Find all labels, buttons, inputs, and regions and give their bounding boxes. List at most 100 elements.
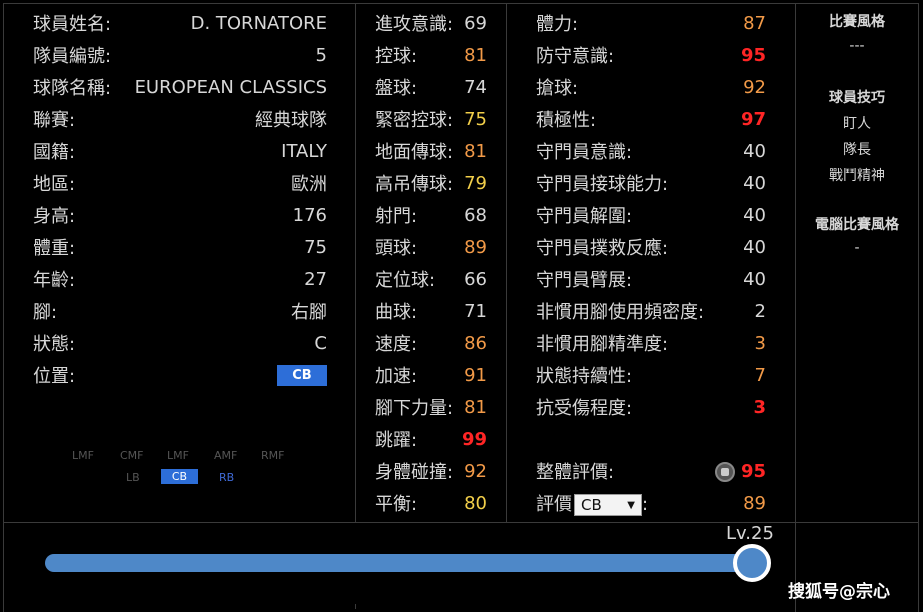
- profile-label: 位置:: [33, 366, 76, 387]
- stat-value: 99: [461, 428, 487, 450]
- profile-label: 隊員編號:: [33, 46, 112, 67]
- rating-label-wrap: 評價 CB ▼:: [536, 490, 648, 516]
- stat-value: 66: [464, 268, 487, 290]
- profile-row: 位置: CB: [33, 360, 327, 390]
- stat-row: 積極性: 97: [536, 104, 766, 134]
- sidebar: 比賽風格 --- 球員技巧 盯人 隊長 戰鬥精神 電腦比賽風格 -: [796, 3, 918, 523]
- stat-label: 守門員解圍:: [536, 206, 633, 227]
- stat-value: 7: [754, 364, 766, 386]
- position-select-value: CB: [581, 496, 602, 514]
- stat-row: 狀態持續性: 7: [536, 360, 766, 390]
- stat-row: 搶球: 92: [536, 72, 766, 102]
- profile-row: 年齡: 27: [33, 264, 327, 294]
- profile-row: 隊員編號: 5: [33, 40, 327, 70]
- stat-label: 守門員意識:: [536, 142, 633, 163]
- overall-row: 整體評價: 95: [536, 456, 766, 486]
- stat-row: 抗受傷程度: 3: [536, 392, 766, 422]
- profile-row: 球員姓名: D. TORNATORE: [33, 8, 327, 38]
- chevron-down-icon: ▼: [627, 499, 635, 511]
- profile-label: 腳:: [33, 302, 58, 323]
- profile-value: D. TORNATORE: [190, 12, 327, 34]
- stat-value: 80: [464, 492, 487, 514]
- skills-title: 球員技巧: [829, 90, 885, 106]
- stat-value: 95: [740, 44, 766, 66]
- profile-value: EUROPEAN CLASSICS: [134, 76, 327, 98]
- stat-value: 81: [464, 44, 487, 66]
- stat-label: 緊密控球:: [375, 110, 454, 131]
- stat-value: 97: [740, 108, 766, 130]
- stat-row: 平衡: 80: [375, 488, 487, 518]
- mini-pos: LMF: [167, 449, 189, 462]
- stat-label: 守門員撲救反應:: [536, 238, 669, 259]
- mini-pos: CMF: [120, 449, 144, 462]
- stat-label: 身體碰撞:: [375, 462, 454, 483]
- profile-value: 176: [292, 204, 327, 226]
- rating-value: 89: [743, 492, 766, 514]
- stat-value: 74: [464, 76, 487, 98]
- profile-row: 地區: 歐洲: [33, 168, 327, 198]
- level-slider-handle[interactable]: [733, 544, 771, 582]
- mini-pos: AMF: [214, 449, 238, 462]
- stat-value: 3: [753, 396, 766, 418]
- level-slider-track[interactable]: [45, 554, 757, 572]
- profile-value: 經典球隊: [255, 110, 327, 131]
- profile-label: 國籍:: [33, 142, 76, 163]
- stat-row: 頭球: 89: [375, 232, 487, 262]
- overall-value-wrap: 95: [714, 461, 766, 482]
- rating-suffix: :: [642, 494, 649, 515]
- stat-label: 狀態持續性:: [536, 366, 633, 387]
- profile-label: 年齡:: [33, 270, 76, 291]
- stat-label: 守門員接球能力:: [536, 174, 669, 195]
- stat-value: 40: [743, 204, 766, 226]
- mini-pos-rb: RB: [219, 471, 235, 484]
- profile-value: 5: [315, 44, 327, 66]
- stat-row: 射門: 68: [375, 200, 487, 230]
- stat-label: 積極性:: [536, 110, 597, 131]
- stat-value: 89: [464, 236, 487, 258]
- stat-row: 速度: 86: [375, 328, 487, 358]
- stat-row: 盤球: 74: [375, 72, 487, 102]
- stat-value: 68: [464, 204, 487, 226]
- level-label: Lv.25: [726, 523, 774, 544]
- stat-label: 進攻意識:: [375, 14, 454, 35]
- stat-label: 搶球:: [536, 78, 579, 99]
- stat-row: 守門員意識: 40: [536, 136, 766, 166]
- position-badge: CB: [277, 364, 327, 386]
- stat-label: 射門:: [375, 206, 418, 227]
- stat-label: 非慣用腳精準度:: [536, 334, 669, 355]
- style-title: 比賽風格: [829, 14, 885, 30]
- stat-value: 75: [464, 108, 487, 130]
- stat-value: 40: [743, 140, 766, 162]
- stat-label: 高吊傳球:: [375, 174, 454, 195]
- profile-value: 右腳: [291, 302, 327, 323]
- profile-value: 歐洲: [291, 174, 327, 195]
- stat-value: 92: [743, 76, 766, 98]
- profile-row: 腳: 右腳: [33, 296, 327, 326]
- rating-label: 評價: [536, 494, 572, 515]
- stat-value: 40: [743, 236, 766, 258]
- stat-value: 87: [743, 12, 766, 34]
- stat-row: 非慣用腳使用頻密度: 2: [536, 296, 766, 326]
- stat-value: 79: [464, 172, 487, 194]
- stat-value: 81: [464, 396, 487, 418]
- skill-item: 隊長: [843, 142, 871, 158]
- stat-value: 86: [464, 332, 487, 354]
- stat-value: 40: [743, 172, 766, 194]
- stat-label: 平衡:: [375, 494, 418, 515]
- mini-pos-active: CB: [161, 469, 198, 484]
- stat-row: 守門員臂展: 40: [536, 264, 766, 294]
- position-select[interactable]: CB ▼: [574, 494, 642, 516]
- stat-label: 防守意識:: [536, 46, 615, 67]
- stat-value: 91: [464, 364, 487, 386]
- stat-label: 跳躍:: [375, 430, 418, 451]
- profile-label: 身高:: [33, 206, 76, 227]
- profile-label: 球隊名稱:: [33, 78, 112, 99]
- stat-row: 跳躍: 99: [375, 424, 487, 454]
- profile-row: 狀態: C: [33, 328, 327, 358]
- stat-row: 腳下力量: 81: [375, 392, 487, 422]
- stat-value: 81: [464, 140, 487, 162]
- stat-label: 定位球:: [375, 270, 436, 291]
- profile-value: 75: [304, 236, 327, 258]
- mini-pos: RMF: [261, 449, 285, 462]
- rating-row: 評價 CB ▼: 89: [536, 488, 766, 518]
